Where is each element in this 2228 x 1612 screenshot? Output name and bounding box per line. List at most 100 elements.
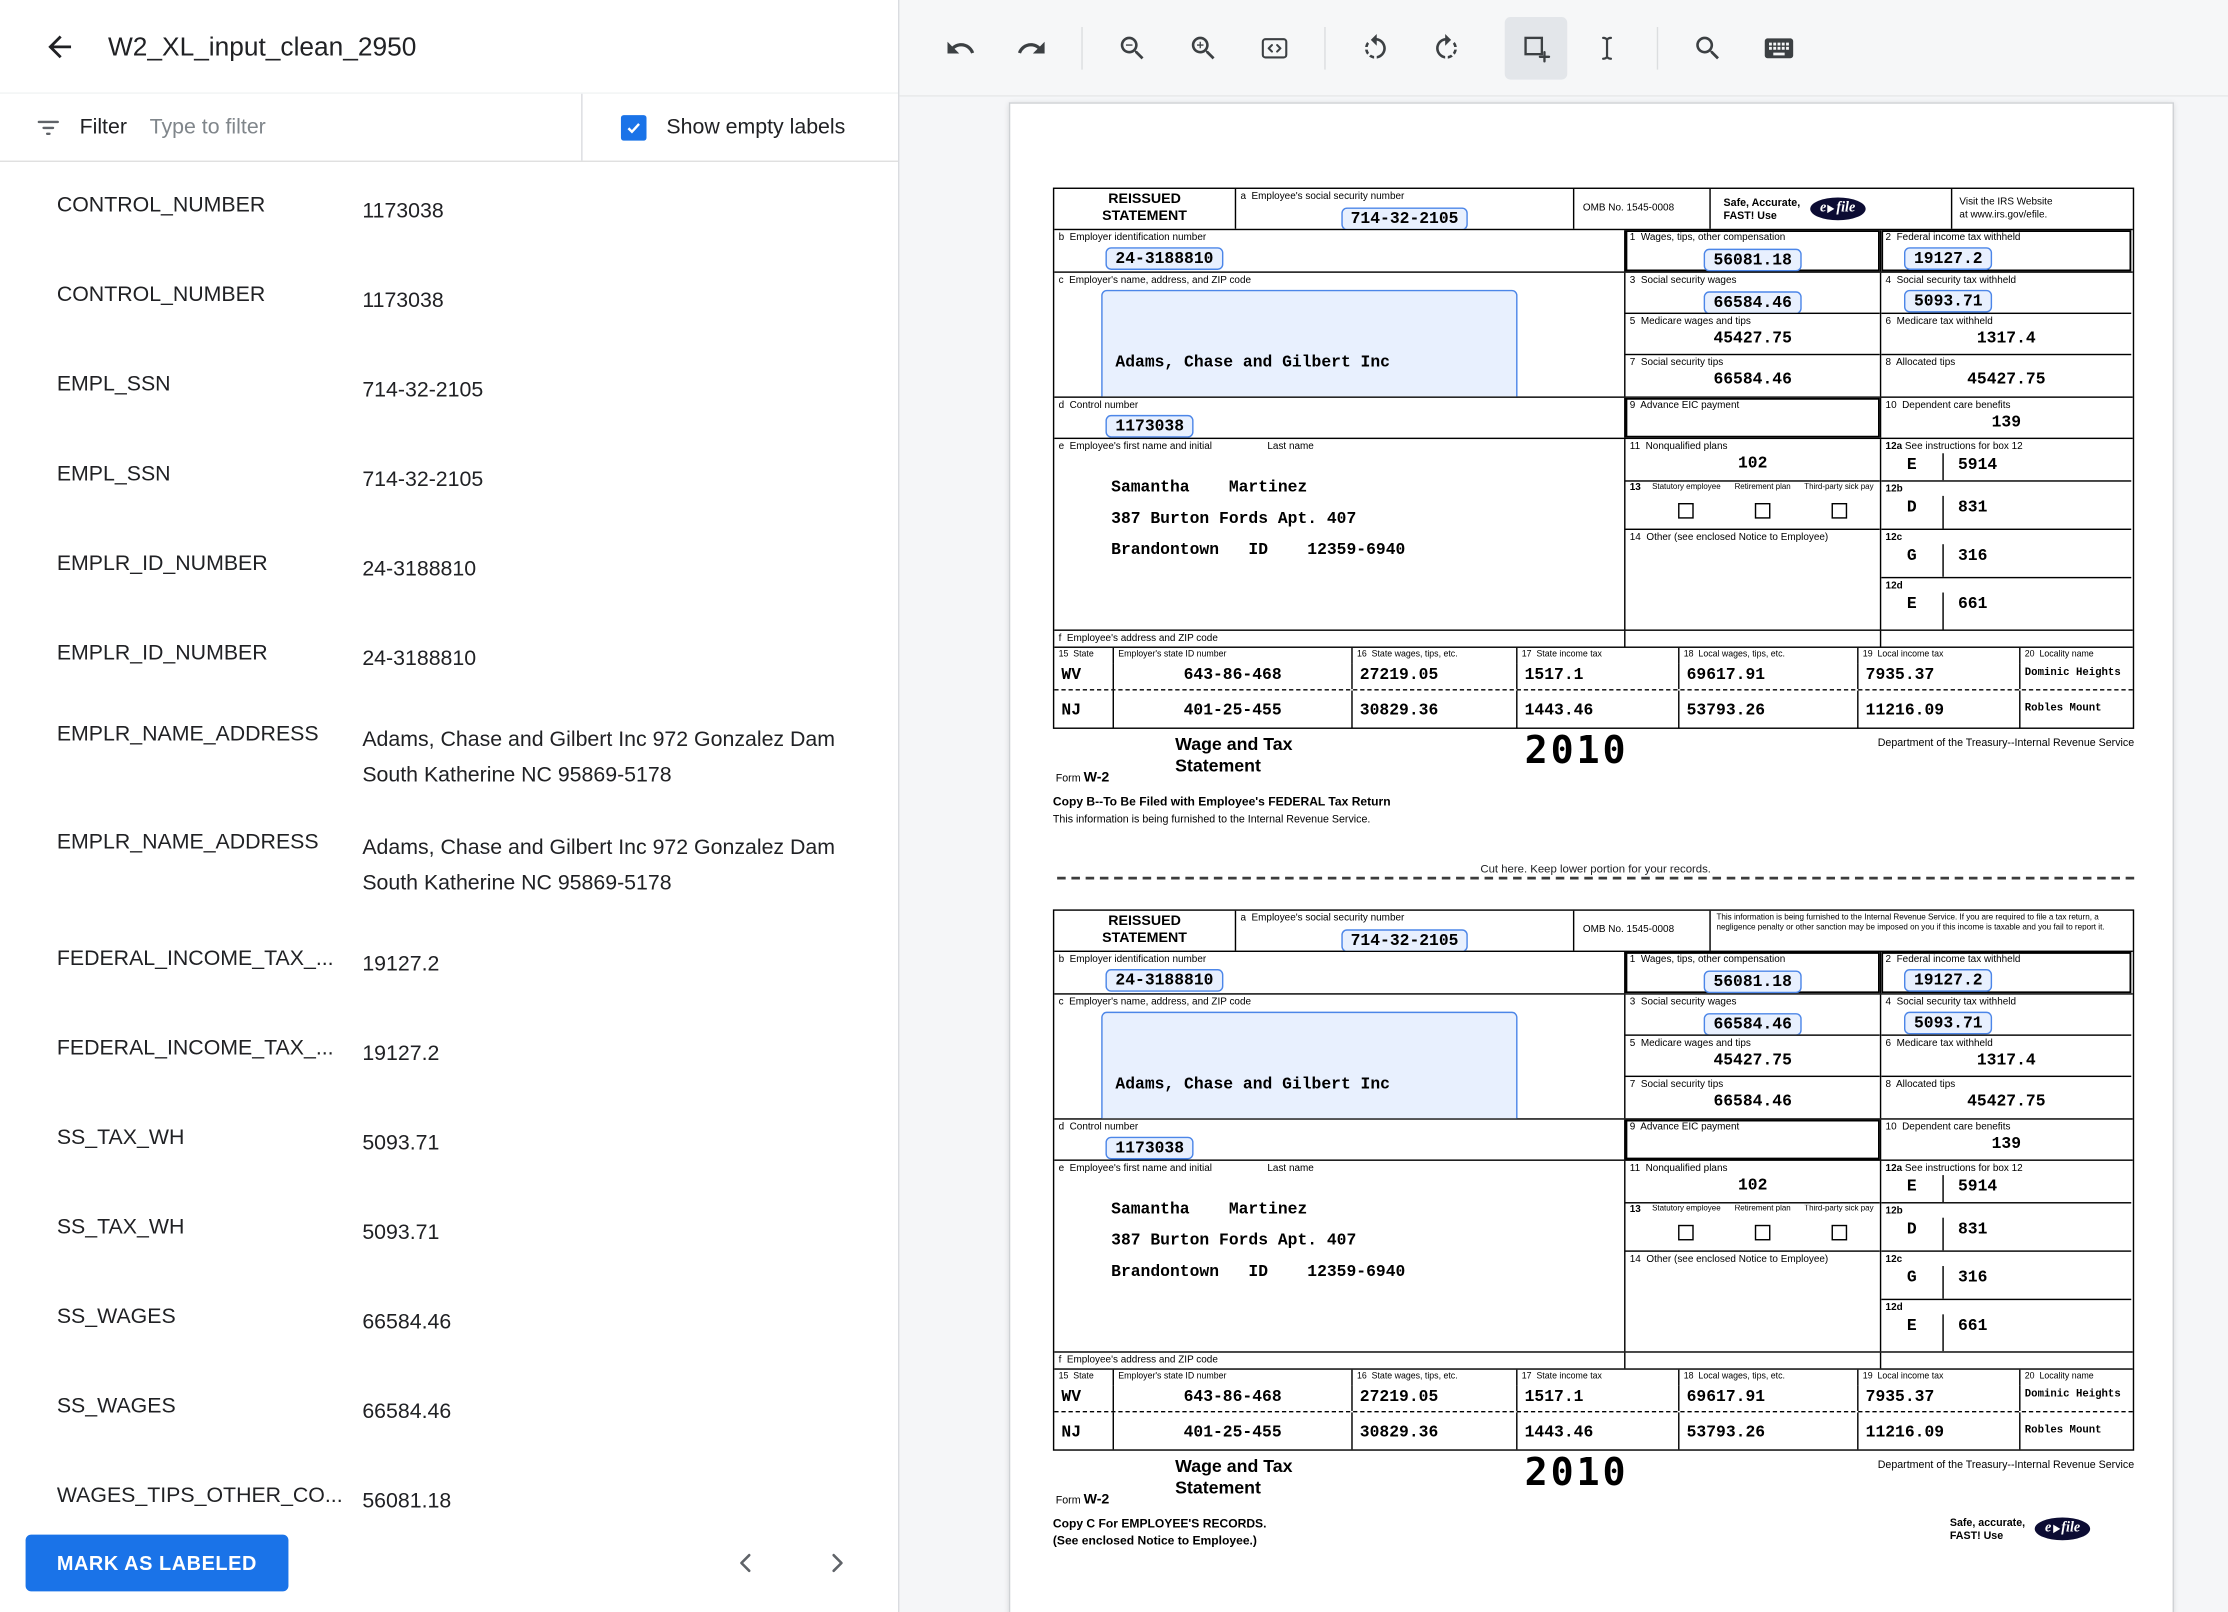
box-11: 11 Nonqualified plans 102: [1625, 1161, 1880, 1204]
state-code: WV: [1061, 666, 1082, 685]
box-8: 8 Allocated tips 45427.75: [1881, 355, 2131, 396]
label-row[interactable]: EMPL_SSN 714-32-2105: [0, 345, 898, 435]
state-row: WV 643-86-468 27219.05 1517.1 69617.91 7…: [1054, 663, 2133, 691]
keyboard-shortcuts-button[interactable]: [1748, 16, 1811, 79]
label-row[interactable]: EMPLR_ID_NUMBER 24-3188810: [0, 524, 898, 614]
box-9: 9 Advance EIC payment: [1626, 1119, 1882, 1160]
label-row[interactable]: EMPLR_NAME_ADDRESS Adams, Chase and Gilbe…: [0, 703, 898, 811]
control-number-annotation[interactable]: 1173038: [1105, 414, 1194, 438]
label-row[interactable]: EMPLR_ID_NUMBER 24-3188810: [0, 614, 898, 704]
box4-annotation[interactable]: 5093.71: [1904, 1011, 1993, 1035]
box12c-value: 316: [1958, 547, 1988, 566]
search-button[interactable]: [1677, 16, 1740, 79]
copy-b-line1: Copy B--To Be Filed with Employee's FEDE…: [1052, 794, 1391, 809]
w2-form-copy-c: REISSUED STATEMENT a Employee's social se…: [1052, 909, 2135, 1547]
box3-annotation[interactable]: 66584.46: [1703, 1013, 1802, 1035]
box-7: 7 Social security tips 66584.46: [1626, 355, 1880, 396]
label-value: Adams, Chase and Gilbert Inc 972 Gonzale…: [362, 727, 836, 788]
code-view-button[interactable]: [1243, 16, 1306, 79]
local-wages: 69617.91: [1686, 666, 1766, 685]
ein-annotation[interactable]: 24-3188810: [1105, 247, 1224, 270]
box2-annotation[interactable]: 19127.2: [1904, 247, 1993, 270]
employer-annotation[interactable]: Adams, Chase and Gilbert Inc 972 Gonzale…: [1101, 289, 1518, 397]
box-8: 8 Allocated tips 45427.75: [1881, 1077, 2131, 1118]
box12d-value: 661: [1958, 595, 1988, 614]
form-footer: Form W-2 Wage and Tax Statement 2010 Depa…: [1055, 728, 2135, 786]
back-button[interactable]: [31, 18, 88, 75]
redo-button[interactable]: [1000, 16, 1063, 79]
box-c-label: c Employer's name, address, and ZIP code: [1058, 275, 1252, 286]
document-page[interactable]: REISSUED STATEMENT a Employee's social se…: [1008, 102, 2174, 1612]
rotate-right-button[interactable]: [1415, 16, 1478, 79]
toolbar-separator: [1656, 26, 1659, 69]
label-row[interactable]: EMPLR_NAME_ADDRESS Adams, Chase and Gilbe…: [0, 811, 898, 919]
draw-bounding-box-button[interactable]: [1504, 16, 1568, 79]
omb-number: OMB No. 1545-0008: [1574, 188, 1711, 229]
box5-value: 45427.75: [1713, 329, 1792, 349]
last-name-label: Last name: [1267, 1163, 1314, 1174]
box12c-code: G: [1881, 1266, 1944, 1299]
zoom-out-button[interactable]: [1101, 16, 1164, 79]
box-3: 3 Social security wages 66584.46: [1625, 995, 1880, 1036]
control-number-annotation[interactable]: 1173038: [1105, 1136, 1194, 1160]
check-icon: [627, 122, 640, 133]
local-income-tax: 11216.09: [1865, 1423, 1945, 1443]
box-1-label: 1 Wages, tips, other compensation: [1629, 233, 1786, 243]
show-empty-labels-checkbox[interactable]: [620, 114, 647, 140]
label-value: 5093.71: [362, 1131, 440, 1156]
document-toolbar: [899, 0, 2228, 97]
box2-annotation[interactable]: 19127.2: [1904, 969, 1993, 992]
ssn-annotation[interactable]: 714-32-2105: [1340, 207, 1469, 229]
label-panel: W2_XL_input_clean_2950 Filter Show empty…: [0, 0, 900, 1612]
label-row[interactable]: FEDERAL_INCOME_TAX_... 19127.2: [0, 919, 898, 1009]
box1-annotation[interactable]: 56081.18: [1703, 248, 1802, 272]
checkbox-square: [1754, 1224, 1771, 1241]
box-4: 4 Social security tax withheld 5093.71: [1881, 273, 2132, 315]
label-row[interactable]: SS_TAX_WH 5093.71: [0, 1098, 898, 1188]
box4-annotation[interactable]: 5093.71: [1904, 289, 1993, 313]
label-name: FEDERAL_INCOME_TAX_...: [56, 1035, 334, 1060]
box3-annotation[interactable]: 66584.46: [1703, 291, 1802, 313]
label-row[interactable]: FEDERAL_INCOME_TAX_... 19127.2: [0, 1009, 898, 1099]
next-page-button[interactable]: [817, 1543, 857, 1583]
mark-as-labeled-button[interactable]: MARK AS LABELED: [25, 1534, 289, 1592]
retirement-plan-checkbox: Retirement plan: [1725, 1205, 1801, 1241]
box-14: 14 Other (see enclosed Notice to Employe…: [1629, 532, 1829, 543]
box1-annotation[interactable]: 56081.18: [1703, 970, 1802, 994]
filter-label: Filter: [79, 115, 127, 140]
box-a-label: a Employee's social security number: [1240, 191, 1405, 202]
rotate-left-button[interactable]: [1344, 16, 1407, 79]
select-text-button[interactable]: [1576, 16, 1639, 79]
state-row: WV 643-86-468 27219.05 1517.1 69617.91 7…: [1054, 1385, 2133, 1413]
label-row[interactable]: CONTROL_NUMBER 1173038: [0, 166, 898, 256]
label-row[interactable]: SS_TAX_WH 5093.71: [0, 1188, 898, 1278]
copy-c-notice: This information is being furnished to t…: [1716, 913, 2105, 932]
label-value: 24-3188810: [362, 556, 477, 582]
box-a-ssn: a Employee's social security number 714-…: [1236, 910, 1575, 951]
checkbox-square: [1754, 502, 1771, 519]
filter-input[interactable]: [149, 115, 582, 140]
undo-button[interactable]: [929, 16, 992, 79]
label-row[interactable]: EMPL_SSN 714-32-2105: [0, 435, 898, 525]
last-name-label: Last name: [1267, 441, 1314, 452]
ssn-annotation[interactable]: 714-32-2105: [1340, 929, 1469, 951]
omb-number: OMB No. 1545-0008: [1574, 910, 1711, 951]
previous-page-button[interactable]: [726, 1543, 766, 1583]
employer-annotation[interactable]: Adams, Chase and Gilbert Inc 972 Gonzale…: [1101, 1011, 1518, 1119]
zoom-in-button[interactable]: [1172, 16, 1235, 79]
locality-name: Robles Mount: [2024, 703, 2102, 715]
state-id: 401-25-455: [1183, 701, 1282, 721]
label-name: WAGES_TIPS_OTHER_CO...: [56, 1483, 343, 1508]
box-f-label: f Employee's address and ZIP code: [1054, 1352, 1626, 1369]
label-row[interactable]: SS_WAGES 66584.46: [0, 1367, 898, 1457]
box-b-ein: b Employer identification number 24-3188…: [1054, 230, 1626, 272]
document-canvas[interactable]: REISSUED STATEMENT a Employee's social se…: [899, 97, 2228, 1612]
form-title: Wage and Tax Statement: [1175, 1456, 1293, 1498]
employee-street: 387 Burton Fords Apt. 407: [1111, 1231, 1357, 1251]
show-empty-labels-toggle[interactable]: Show empty labels: [583, 114, 898, 140]
box12a-value: 5914: [1958, 456, 1998, 475]
box-4: 4 Social security tax withheld 5093.71: [1881, 995, 2132, 1036]
ein-annotation[interactable]: 24-3188810: [1105, 969, 1224, 992]
label-row[interactable]: CONTROL_NUMBER 1173038: [0, 256, 898, 346]
label-row[interactable]: SS_WAGES 66584.46: [0, 1277, 898, 1367]
